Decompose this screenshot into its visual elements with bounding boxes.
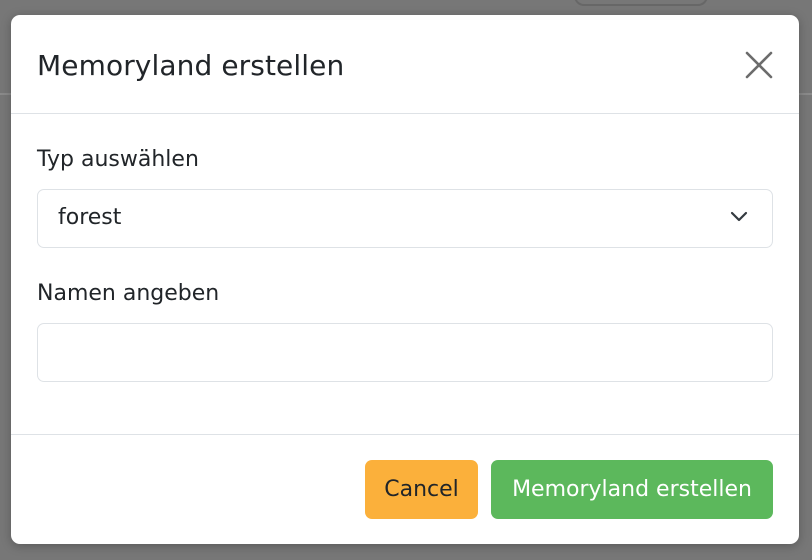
close-icon — [745, 51, 773, 79]
type-select-value: forest — [58, 205, 122, 230]
background-page-element — [574, 0, 708, 6]
create-memoryland-button[interactable]: Memoryland erstellen — [491, 460, 773, 519]
chevron-down-icon — [730, 211, 748, 222]
name-input[interactable] — [37, 323, 773, 382]
type-label: Typ auswählen — [37, 147, 199, 172]
modal-header: Memoryland erstellen — [11, 15, 799, 114]
close-button[interactable] — [744, 50, 774, 80]
create-memoryland-dialog: Memoryland erstellen Typ auswählen fores… — [11, 15, 799, 544]
modal-footer: Cancel Memoryland erstellen — [11, 434, 799, 544]
modal-body: Typ auswählen forest Namen angeben — [11, 114, 799, 434]
cancel-button[interactable]: Cancel — [365, 460, 478, 519]
name-label: Namen angeben — [37, 281, 220, 306]
type-select[interactable]: forest — [37, 189, 773, 248]
modal-title: Memoryland erstellen — [37, 49, 345, 82]
